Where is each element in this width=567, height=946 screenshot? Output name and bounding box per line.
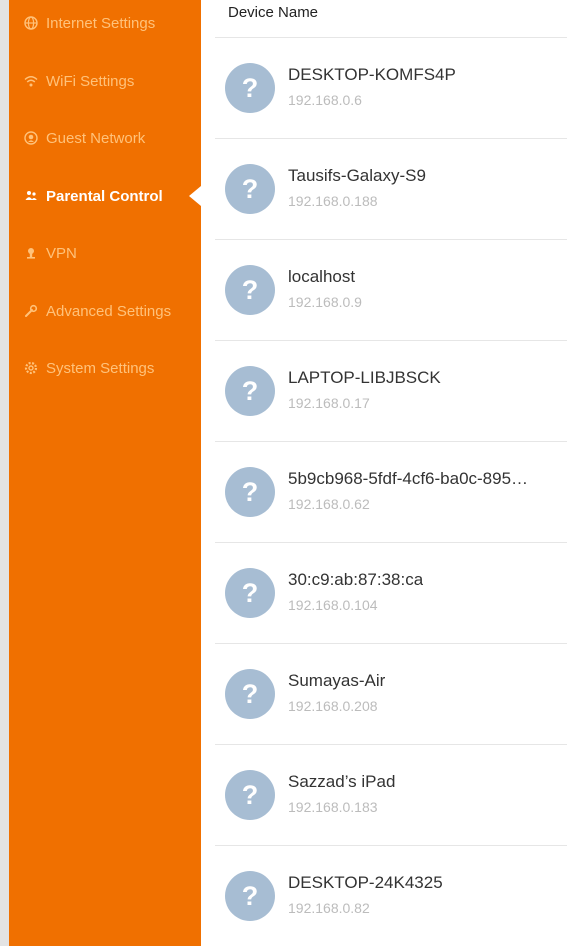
device-row[interactable]: ? Tausifs-Galaxy-S9 192.168.0.188 (215, 139, 567, 240)
unknown-device-icon: ? (225, 467, 275, 517)
device-name: LAPTOP-LIBJBSCK (288, 368, 441, 387)
unknown-device-icon: ? (225, 568, 275, 618)
sidebar-item-guest-network[interactable]: Guest Network (9, 118, 201, 158)
wrench-icon (23, 303, 39, 319)
sidebar-item-label: WiFi Settings (46, 72, 135, 90)
unknown-device-icon: ? (225, 871, 275, 921)
column-header-device-name: Device Name (215, 0, 567, 38)
unknown-device-icon: ? (225, 669, 275, 719)
device-name: DESKTOP-24K4325 (288, 873, 443, 892)
sidebar-item-label: System Settings (46, 359, 155, 377)
device-name: Sazzad’s iPad (288, 772, 396, 791)
sidebar-item-system-settings[interactable]: System Settings (9, 348, 201, 388)
device-name: 5b9cb968-5fdf-4cf6-ba0c-895… (288, 469, 529, 488)
window-edge (0, 0, 9, 946)
device-row[interactable]: ? 30:c9:ab:87:38:ca 192.168.0.104 (215, 543, 567, 644)
gear-icon (23, 360, 39, 376)
wifi-icon (23, 73, 39, 89)
device-row[interactable]: ? localhost 192.168.0.9 (215, 240, 567, 341)
device-ip: 192.168.0.183 (288, 799, 378, 815)
device-ip: 192.168.0.82 (288, 900, 370, 916)
sidebar-item-label: VPN (46, 244, 77, 262)
device-ip: 192.168.0.104 (288, 597, 378, 613)
unknown-device-icon: ? (225, 63, 275, 113)
device-name: DESKTOP-KOMFS4P (288, 65, 456, 84)
sidebar-item-parental-control[interactable]: Parental Control (9, 176, 201, 216)
device-row[interactable]: ? DESKTOP-24K4325 192.168.0.82 (215, 846, 567, 946)
parental-control-icon (23, 188, 39, 204)
device-ip: 192.168.0.188 (288, 193, 378, 209)
sidebar-item-internet-settings[interactable]: Internet Settings (9, 3, 201, 43)
active-indicator (189, 186, 201, 206)
sidebar-item-vpn[interactable]: VPN (9, 233, 201, 273)
globe-icon (23, 15, 39, 31)
device-name: Tausifs-Galaxy-S9 (288, 166, 426, 185)
device-name: localhost (288, 267, 356, 286)
device-row[interactable]: ? LAPTOP-LIBJBSCK 192.168.0.17 (215, 341, 567, 442)
device-ip: 192.168.0.62 (288, 496, 370, 512)
device-name: 30:c9:ab:87:38:ca (288, 570, 424, 589)
device-row[interactable]: ? Sumayas-Air 192.168.0.208 (215, 644, 567, 745)
device-ip: 192.168.0.17 (288, 395, 370, 411)
device-row[interactable]: ? Sazzad’s iPad 192.168.0.183 (215, 745, 567, 846)
guest-network-icon (23, 130, 39, 146)
sidebar-item-advanced-settings[interactable]: Advanced Settings (9, 291, 201, 331)
sidebar-item-wifi-settings[interactable]: WiFi Settings (9, 61, 201, 101)
unknown-device-icon: ? (225, 265, 275, 315)
sidebar-item-label: Guest Network (46, 129, 146, 147)
device-ip: 192.168.0.9 (288, 294, 362, 310)
device-ip: 192.168.0.6 (288, 92, 362, 108)
device-list-panel: Device Name ? DESKTOP-KOMFS4P 192.168.0.… (215, 0, 567, 946)
sidebar: Internet Settings WiFi Settings Guest Ne… (9, 0, 201, 946)
sidebar-item-label: Advanced Settings (46, 302, 172, 320)
unknown-device-icon: ? (225, 770, 275, 820)
unknown-device-icon: ? (225, 366, 275, 416)
sidebar-item-label: Internet Settings (46, 14, 156, 32)
divider (201, 0, 215, 946)
device-name: Sumayas-Air (288, 671, 386, 690)
device-ip: 192.168.0.208 (288, 698, 378, 714)
device-row[interactable]: ? 5b9cb968-5fdf-4cf6-ba0c-895… 192.168.0… (215, 442, 567, 543)
unknown-device-icon: ? (225, 164, 275, 214)
sidebar-item-label: Parental Control (46, 187, 163, 205)
vpn-icon (23, 245, 39, 261)
device-row[interactable]: ? DESKTOP-KOMFS4P 192.168.0.6 (215, 38, 567, 139)
